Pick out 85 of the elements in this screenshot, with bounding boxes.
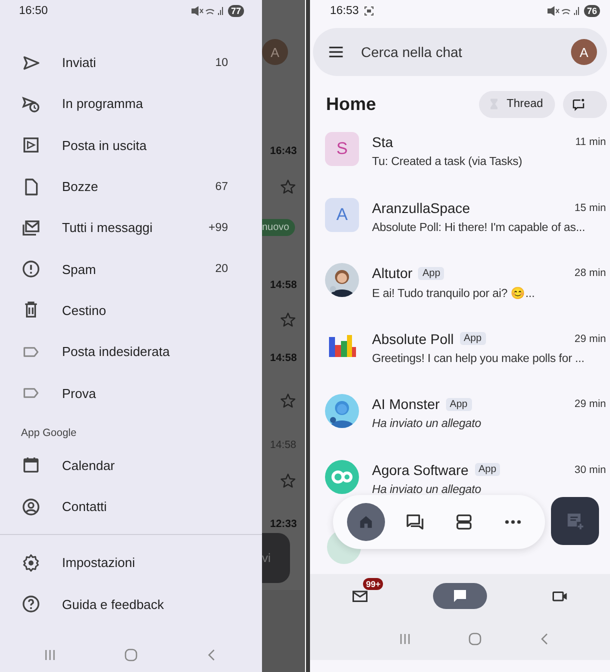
menu-item[interactable]: Prova <box>62 386 228 401</box>
chat-name[interactable]: AranzullaSpace <box>372 200 470 216</box>
status-icons <box>190 6 225 16</box>
chat-preview: E ai! Tudo tranquilo por ai? 😊... <box>372 286 536 300</box>
letter-avatar: S <box>325 132 359 166</box>
app-badge: App <box>474 463 500 476</box>
menu-item[interactable]: Contatti <box>62 499 228 514</box>
menu-item[interactable]: Spam <box>62 262 216 277</box>
chat-time: 28 min <box>574 267 606 279</box>
alert-icon <box>21 259 41 280</box>
chat-name[interactable]: AI Monster <box>372 396 440 412</box>
item-count: 67 <box>215 180 228 193</box>
chat-bubble-tab[interactable] <box>433 583 487 609</box>
page-title: Home <box>326 94 376 114</box>
new-message-button[interactable] <box>551 497 599 545</box>
menu-item[interactable]: Cestino <box>62 302 228 318</box>
chat-name[interactable]: Absolute Poll <box>372 330 454 346</box>
account-avatar[interactable]: A <box>571 39 597 65</box>
app-badge: App <box>446 398 472 410</box>
chat-preview: Tu: Created a task (via Tasks) <box>372 155 524 168</box>
infinity-logo-icon <box>325 460 359 494</box>
star-icon <box>279 472 297 490</box>
chat-name[interactable]: Agora Software <box>372 462 468 478</box>
chat-icon <box>404 512 424 532</box>
star-icon <box>279 311 297 329</box>
menu-item[interactable]: Guida e feedback <box>62 596 228 612</box>
item-count: +99 <box>208 222 228 234</box>
letter-avatar: A <box>325 198 359 232</box>
chat-preview: Absolute Poll: Hi there! I'm capable of as... <box>372 220 586 234</box>
menu-item[interactable]: Inviati <box>62 55 216 70</box>
recents-icon[interactable] <box>398 632 412 646</box>
chat-time: 29 min <box>574 332 606 344</box>
chat-time: 11 min <box>575 136 606 148</box>
home-icon[interactable] <box>468 632 482 646</box>
thread-button[interactable]: Thread <box>478 90 555 118</box>
email-time: 12:33 <box>270 518 297 530</box>
home-tab[interactable] <box>346 503 384 541</box>
new-chat-button[interactable] <box>563 90 607 118</box>
recents-icon[interactable] <box>43 648 58 662</box>
battery-badge: 77 <box>228 5 244 17</box>
section-title: App Google <box>20 426 78 441</box>
menu-item[interactable]: Bozze <box>62 179 216 194</box>
chat-preview: Ha inviato un allegato <box>372 417 482 430</box>
chat-time: 30 min <box>574 464 606 476</box>
chat-name[interactable]: Sta <box>372 134 394 150</box>
menu-item[interactable]: Posta indesiderata <box>62 344 228 360</box>
avatar: A <box>262 39 288 65</box>
star-icon <box>279 392 297 410</box>
email-time: 14:58 <box>270 279 297 291</box>
calendar-icon <box>21 455 41 476</box>
screenshot-icon <box>364 6 374 16</box>
chat-time: 29 min <box>574 398 606 410</box>
star-icon <box>279 178 297 196</box>
menu-item[interactable]: Calendar <box>62 458 228 473</box>
home-icon[interactable] <box>124 648 138 662</box>
spaces-icon <box>454 512 474 532</box>
item-count: 10 <box>215 56 228 69</box>
email-time: 16:43 <box>270 145 297 157</box>
status-icons <box>546 6 581 16</box>
unread-badge: 99+ <box>363 578 384 590</box>
app-badge: App <box>460 332 486 345</box>
more-icon <box>504 520 520 524</box>
email-time: 14:58 <box>270 352 297 364</box>
outbox-icon <box>21 135 41 156</box>
chat-name[interactable]: Altutor <box>372 265 412 281</box>
battery-badge: 76 <box>584 5 600 17</box>
chat-bubble-icon <box>451 587 469 605</box>
menu-item[interactable]: Posta in uscita <box>62 138 228 153</box>
settings-icon <box>21 552 41 573</box>
menu-item[interactable]: Impostazioni <box>62 555 228 570</box>
item-count: 20 <box>215 263 228 276</box>
status-time: 16:53 <box>330 5 359 17</box>
mail-stack-icon <box>21 218 41 238</box>
app-badge: App <box>418 266 444 280</box>
chat-preview: Ha inviato un allegato <box>372 482 482 496</box>
menu-item[interactable]: Tutti i messaggi <box>62 220 208 236</box>
person-icon <box>21 496 41 517</box>
new-chip: nuovo <box>262 219 296 236</box>
chat-time: 15 min <box>574 202 606 214</box>
chat-add-icon <box>571 96 586 112</box>
status-time: 16:50 <box>19 5 48 17</box>
menu-item[interactable]: In programma <box>62 96 228 112</box>
search-field[interactable]: Cerca nella chat A <box>313 28 607 76</box>
help-icon <box>21 594 41 614</box>
chat-preview: Greetings! I can help you make polls for ... <box>372 352 586 364</box>
